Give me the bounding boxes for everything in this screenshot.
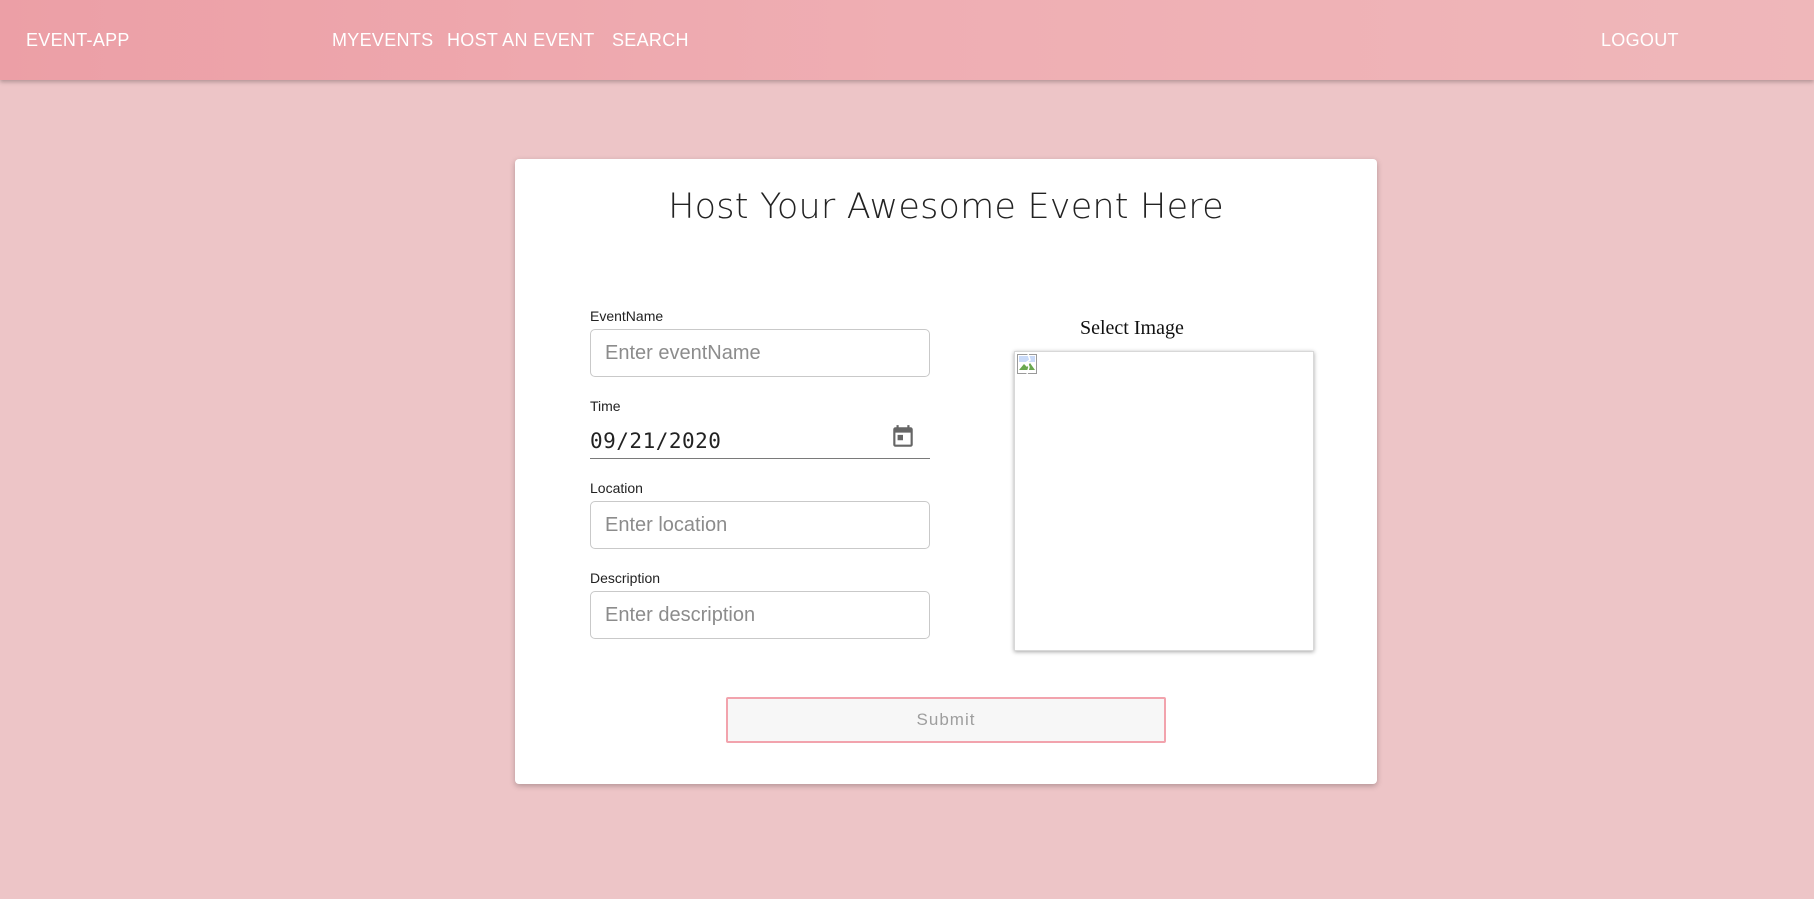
logout-link[interactable]: LOGOUT [1601, 28, 1679, 52]
broken-image-icon [1017, 353, 1037, 375]
event-name-input[interactable] [590, 329, 930, 377]
nav-host-event-link[interactable]: HOST AN EVENT [447, 28, 595, 52]
brand-link[interactable]: EVENT-APP [26, 28, 130, 52]
host-event-card: Host Your Awesome Event Here EventName T… [515, 159, 1377, 784]
event-name-label: EventName [590, 308, 664, 324]
image-upload-box[interactable] [1014, 351, 1314, 651]
time-label: Time [590, 398, 621, 414]
time-date-field[interactable]: 09/21/2020 [590, 419, 930, 459]
calendar-icon[interactable] [890, 423, 916, 451]
location-input[interactable] [590, 501, 930, 549]
description-input[interactable] [590, 591, 930, 639]
page-title: Host Your Awesome Event Here [668, 187, 1224, 227]
submit-button[interactable]: Submit [726, 697, 1166, 743]
time-value[interactable]: 09/21/2020 [590, 429, 721, 453]
top-navbar: EVENT-APP MYEVENTS HOST AN EVENT SEARCH … [0, 0, 1814, 80]
nav-search-link[interactable]: SEARCH [612, 28, 689, 52]
select-image-label: Select Image [1080, 317, 1184, 339]
description-label: Description [590, 570, 661, 586]
location-label: Location [590, 480, 643, 496]
nav-myevents-link[interactable]: MYEVENTS [332, 28, 433, 52]
